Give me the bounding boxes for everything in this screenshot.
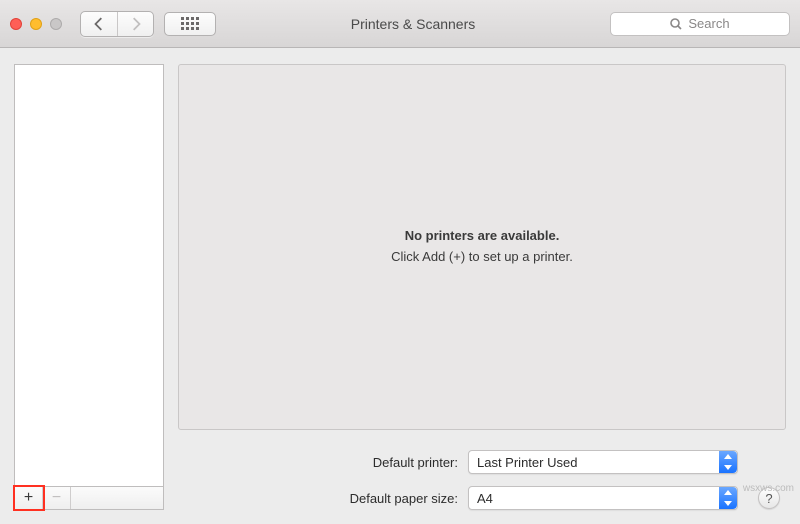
settings-form: Default printer: Last Printer Used Defau… [178,450,786,510]
chevron-up-icon [724,454,732,459]
back-button[interactable] [81,12,117,36]
chevron-down-icon [724,465,732,470]
chevron-left-icon [92,17,106,31]
select-stepper [719,451,737,473]
empty-state-title: No printers are available. [405,226,560,247]
remove-printer-button[interactable]: − [43,487,71,509]
empty-state-subtitle: Click Add (+) to set up a printer. [391,247,573,268]
zoom-window-button[interactable] [50,18,62,30]
detail-column: No printers are available. Click Add (+)… [178,64,786,510]
printer-detail-pane: No printers are available. Click Add (+)… [178,64,786,430]
watermark: wsxws.com [743,483,794,494]
printer-sidebar: + − [14,64,164,510]
default-printer-select[interactable]: Last Printer Used [468,450,738,474]
grid-icon [181,17,199,30]
printer-list-controls: + − [14,486,164,510]
window-controls [10,18,62,30]
search-field[interactable]: Search [610,12,790,36]
search-placeholder: Search [688,16,729,31]
default-paper-select[interactable]: A4 [468,486,738,510]
default-printer-value: Last Printer Used [477,455,577,470]
minimize-window-button[interactable] [30,18,42,30]
list-controls-spacer [71,487,163,509]
show-all-button[interactable] [164,12,216,36]
chevron-right-icon [129,17,143,31]
printer-list[interactable] [14,64,164,486]
select-stepper [719,487,737,509]
default-paper-row: Default paper size: A4 ? [178,486,780,510]
chevron-up-icon [724,490,732,495]
add-printer-button[interactable]: + [15,487,43,509]
window-titlebar: Printers & Scanners Search [0,0,800,48]
forward-button[interactable] [117,12,153,36]
default-printer-row: Default printer: Last Printer Used [178,450,780,474]
chevron-down-icon [724,501,732,506]
window-title: Printers & Scanners [226,16,600,32]
search-icon [670,18,682,30]
default-paper-value: A4 [477,491,493,506]
close-window-button[interactable] [10,18,22,30]
nav-back-forward [80,11,154,37]
content-area: + − No printers are available. Click Add… [0,48,800,524]
default-paper-label: Default paper size: [178,491,458,506]
default-printer-label: Default printer: [178,455,458,470]
